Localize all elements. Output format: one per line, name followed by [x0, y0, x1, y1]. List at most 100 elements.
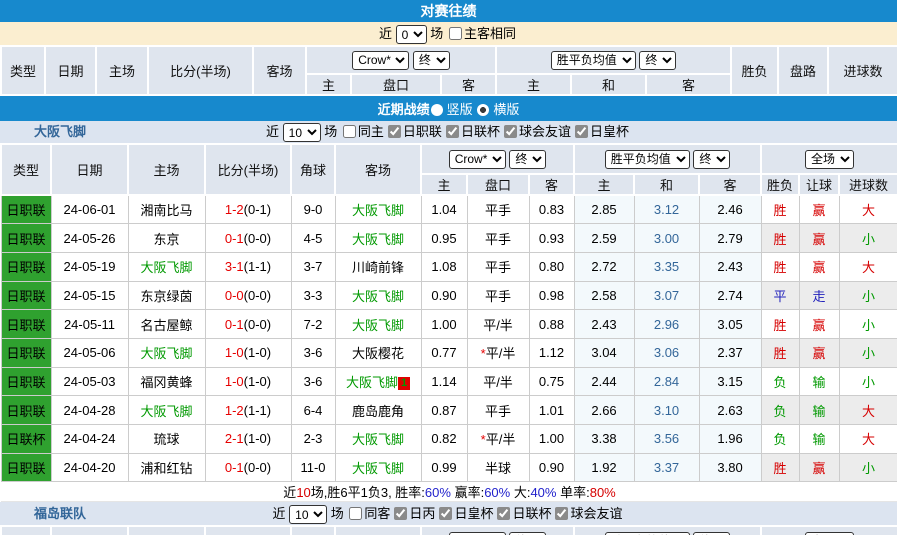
scope-select[interactable]: 全场	[805, 150, 854, 169]
match-type-cell: 日职联	[1, 396, 51, 425]
vertical-label[interactable]: 竖版	[447, 102, 473, 117]
league-checkbox[interactable]	[446, 125, 459, 138]
away-team-cell[interactable]: 鹿岛鹿角	[335, 396, 421, 425]
col-score: 比分(半场)	[205, 144, 291, 195]
odds-away-cell: 0.88	[529, 310, 574, 339]
avg-home-cell: 2.58	[574, 281, 634, 310]
league-filter[interactable]: 球会友谊	[502, 124, 571, 139]
away-team-cell[interactable]: 大阪樱花	[335, 338, 421, 367]
home-team-cell[interactable]: 浦和红钻	[128, 453, 205, 482]
league-filter[interactable]: 日联杯	[495, 506, 551, 521]
gamba-section-bar: 大阪飞脚 近 10 场 同主日职联日联杯球会友谊日皇杯	[0, 121, 897, 143]
horizontal-radio[interactable]	[477, 104, 489, 116]
avg-away-cell: 2.63	[699, 396, 761, 425]
horizontal-label[interactable]: 横版	[493, 102, 519, 117]
team-name-gamba[interactable]: 大阪飞脚	[34, 121, 86, 143]
league-filter[interactable]: 日联杯	[444, 124, 500, 139]
col-handicap: 盘口	[351, 74, 441, 95]
home-team-cell[interactable]: 湘南比马	[128, 195, 205, 224]
home-team-cell[interactable]: 大阪飞脚	[128, 338, 205, 367]
avg-draw-cell: 3.35	[634, 252, 699, 281]
away-team-cell[interactable]: 大阪飞脚	[335, 425, 421, 454]
league-checkbox[interactable]	[575, 125, 588, 138]
vertical-radio[interactable]	[431, 104, 443, 116]
h2h-recent-select[interactable]: 0	[396, 25, 427, 44]
home-team-cell[interactable]: 福冈黄蜂	[128, 367, 205, 396]
col-odds-away: 客	[441, 74, 496, 95]
league-checkbox[interactable]	[497, 507, 510, 520]
avg-home-cell: 1.92	[574, 453, 634, 482]
team-name-fukushima[interactable]: 福岛联队	[34, 502, 86, 525]
avg-stage-select[interactable]: 终	[693, 150, 730, 169]
home-team-cell[interactable]: 大阪飞脚	[128, 396, 205, 425]
recent-results-bar: 近期战绩竖版 横版	[0, 98, 897, 121]
match-type-cell: 日职联	[1, 252, 51, 281]
league-filter[interactable]: 日职联	[386, 124, 442, 139]
league-checkbox[interactable]	[439, 507, 452, 520]
same-away-checkbox[interactable]	[349, 507, 362, 520]
corner-cell: 9-0	[291, 195, 335, 224]
home-team-cell[interactable]: 名古屋鲸	[128, 310, 205, 339]
gamba-recent-select[interactable]: 10	[283, 123, 321, 142]
away-team-cell[interactable]: 大阪飞脚	[335, 195, 421, 224]
league-filter[interactable]: 日丙	[392, 506, 435, 521]
avg-away-cell: 2.74	[699, 281, 761, 310]
fukushima-recent-select[interactable]: 10	[289, 505, 327, 524]
home-team-cell[interactable]: 东京绿茵	[128, 281, 205, 310]
match-date-cell: 24-05-19	[51, 252, 128, 281]
avg-stage-select[interactable]: 终	[639, 51, 676, 70]
col-date: 日期	[45, 46, 96, 95]
result-cell: 胜	[761, 195, 799, 224]
league-checkbox[interactable]	[388, 125, 401, 138]
away-team-cell[interactable]: 大阪飞脚	[335, 453, 421, 482]
odds-company-select[interactable]: Crow*	[352, 51, 409, 70]
league-filter[interactable]: 日皇杯	[573, 124, 629, 139]
league-checkbox[interactable]	[504, 125, 517, 138]
score-cell: 1-2(1-1)	[205, 396, 291, 425]
col-avg-away: 客	[699, 174, 761, 195]
avg-draw-cell: 2.84	[634, 367, 699, 396]
match-type-cell: 日职联	[1, 453, 51, 482]
home-team-cell[interactable]: 东京	[128, 224, 205, 253]
result-cell: 负	[761, 425, 799, 454]
same-home-checkbox[interactable]	[343, 125, 356, 138]
odds-group-header: Crow* 终	[306, 46, 496, 74]
league-checkbox[interactable]	[394, 507, 407, 520]
col-type: 类型	[1, 46, 45, 95]
match-row: 日职联24-04-28大阪飞脚1-2(1-1)6-4鹿岛鹿角0.87平手1.01…	[1, 396, 897, 425]
away-team-cell[interactable]: 大阪飞脚	[335, 281, 421, 310]
handicap-cell: 平手	[467, 195, 529, 224]
avg-away-cell: 2.79	[699, 224, 761, 253]
same-home-away-checkbox[interactable]	[449, 27, 462, 40]
goals-cell: 小	[839, 310, 897, 339]
odds-stage-select[interactable]: 终	[413, 51, 450, 70]
summary-segment: 单率:	[556, 485, 589, 500]
league-filter[interactable]: 日皇杯	[437, 506, 493, 521]
avg-draw-cell: 3.10	[634, 396, 699, 425]
score-cell: 0-1(0-0)	[205, 310, 291, 339]
avg-odds-select[interactable]: 胜平负均值	[605, 150, 690, 169]
fukushima-table-clipped: Crow* 终 胜平负均值 终 全场	[0, 525, 897, 535]
avg-odds-select[interactable]: 胜平负均值	[551, 51, 636, 70]
match-row: 日职联24-05-26东京0-1(0-0)4-5大阪飞脚0.95平手0.932.…	[1, 224, 897, 253]
handicap-result-cell: 走	[799, 281, 839, 310]
odds-stage-select[interactable]: 终	[509, 150, 546, 169]
league-filter[interactable]: 球会友谊	[553, 506, 622, 521]
col-corner	[291, 526, 335, 535]
fukushima-filter: 近 10 场 同客日丙日皇杯日联杯球会友谊	[0, 502, 897, 525]
same-home-away-filter[interactable]: 主客相同	[447, 26, 516, 41]
col-avg-home: 主	[574, 174, 634, 195]
same-away-filter[interactable]: 同客	[347, 506, 390, 521]
same-home-filter[interactable]: 同主	[341, 124, 384, 139]
odds-company-select[interactable]: Crow*	[449, 150, 506, 169]
away-team-cell[interactable]: 大阪飞脚	[335, 310, 421, 339]
home-team-cell[interactable]: 琉球	[128, 425, 205, 454]
league-checkbox[interactable]	[555, 507, 568, 520]
avg-draw-cell: 3.37	[634, 453, 699, 482]
result-cell: 平	[761, 281, 799, 310]
away-team-cell[interactable]: 大阪飞脚1	[335, 367, 421, 396]
home-team-cell[interactable]: 大阪飞脚	[128, 252, 205, 281]
away-team-cell[interactable]: 大阪飞脚	[335, 224, 421, 253]
summary-segment: 10	[296, 485, 310, 500]
away-team-cell[interactable]: 川崎前锋	[335, 252, 421, 281]
